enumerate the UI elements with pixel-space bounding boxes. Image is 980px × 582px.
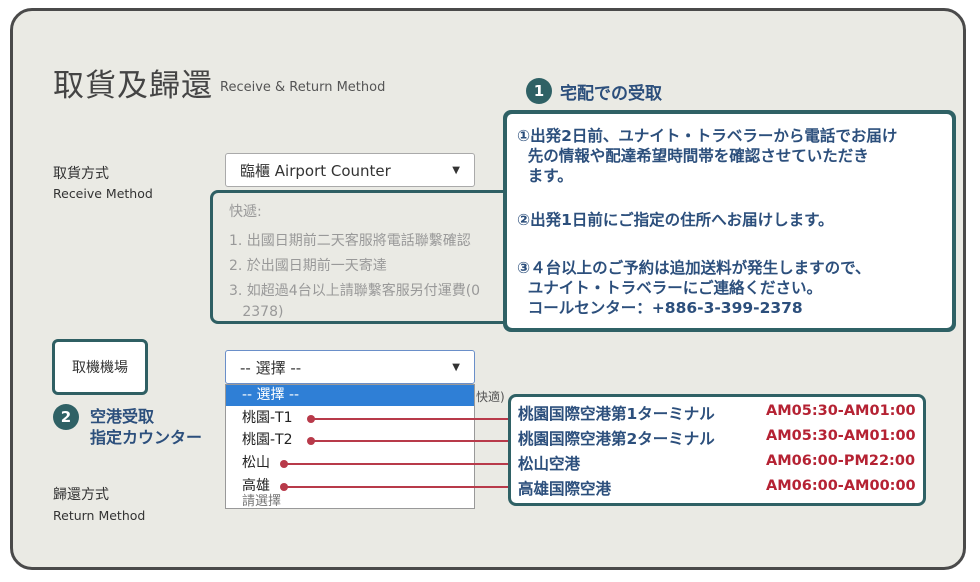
pickup-hint-partial: 快適) bbox=[476, 390, 505, 404]
pickup-airport-select[interactable]: -- 選擇 -- ▼ bbox=[225, 350, 475, 384]
terminal-hours-box: 桃園国際空港第1ターミナル AM05:30-AM01:00 桃園国際空港第2ター… bbox=[508, 394, 926, 506]
pickup-airport-value: -- 選擇 -- bbox=[240, 358, 302, 377]
callout-delivery-box: ①出発2日前、ユナイト・トラベラーから電話でお届け 先の情報や配達希望時間帯を確… bbox=[503, 110, 956, 332]
express-heading: 快遞: bbox=[229, 204, 262, 220]
connector-line-3 bbox=[284, 463, 509, 465]
callout-line-5: ③４台以上のご予約は追加送料が発生しますので、 bbox=[517, 259, 871, 277]
express-line-2: 2. 於出國日期前一天寄達 bbox=[229, 258, 387, 274]
airport-dropdown-list[interactable]: -- 選擇 -- 桃園-T1 桃園-T2 松山 高雄 請選擇 bbox=[225, 384, 475, 509]
callout-delivery-title: 宅配での受取 bbox=[560, 83, 662, 104]
terminal-name-1: 桃園国際空港第1ターミナル bbox=[518, 405, 715, 423]
terminal-name-2: 桃園国際空港第2ターミナル bbox=[518, 430, 715, 448]
terminal-hours-4: AM06:00-AM00:00 bbox=[766, 478, 916, 494]
pickup-airport-label: 取機機場 bbox=[52, 339, 148, 395]
callout-line-6: ユナイト・トラベラーにご連絡ください。 bbox=[517, 279, 822, 297]
receive-method-select[interactable]: 臨櫃 Airport Counter ▼ bbox=[225, 153, 475, 187]
callout-line-3: ます。 bbox=[517, 167, 573, 185]
terminal-hours-1: AM05:30-AM01:00 bbox=[766, 403, 916, 419]
chevron-down-icon: ▼ bbox=[452, 164, 460, 176]
number-badge-2: 2 bbox=[53, 404, 79, 430]
callout-line-2: 先の情報や配達希望時間帯を確認させていただき bbox=[517, 147, 869, 165]
airport-option-placeholder[interactable]: -- 選擇 -- bbox=[226, 385, 474, 406]
page-subtitle: Receive & Return Method bbox=[220, 80, 386, 95]
express-line-4: 2378) bbox=[229, 304, 284, 320]
callout-delivery-heading: 1 宅配での受取 bbox=[526, 78, 662, 104]
connector-line-1 bbox=[311, 418, 509, 420]
receive-method-value: 臨櫃 Airport Counter bbox=[240, 161, 391, 180]
terminal-name-4: 高雄国際空港 bbox=[518, 480, 612, 498]
terminal-name-3: 松山空港 bbox=[518, 455, 581, 473]
callout-line-7: コールセンター：+886-3-399-2378 bbox=[517, 299, 803, 317]
return-method-label: 歸還方式 bbox=[53, 487, 109, 503]
number-badge-1: 1 bbox=[526, 78, 552, 104]
callout-line-4: ②出発1日前にご指定の住所へお届けします。 bbox=[517, 211, 834, 229]
receive-method-label: 取貨方式 bbox=[53, 166, 109, 182]
chevron-down-icon: ▼ bbox=[452, 361, 460, 373]
express-line-3: 3. 如超過4台以上請聯繫客服另付運費(0 bbox=[229, 283, 481, 299]
connector-line-2 bbox=[311, 440, 509, 442]
connector-line-4 bbox=[284, 486, 509, 488]
return-method-label-en: Return Method bbox=[53, 508, 146, 523]
airport-callout-line-2: 指定カウンター bbox=[90, 428, 203, 447]
express-line-1: 1. 出國日期前二天客服將電話聯繫確認 bbox=[229, 233, 471, 249]
page-title: 取貨及歸還 bbox=[53, 68, 213, 104]
hidden-select-partial: 請選擇 bbox=[242, 494, 282, 509]
terminal-hours-2: AM05:30-AM01:00 bbox=[766, 428, 916, 444]
terminal-hours-3: AM06:00-PM22:00 bbox=[766, 453, 916, 469]
receive-method-label-en: Receive Method bbox=[53, 186, 153, 201]
express-info-box: 快遞: 1. 出國日期前二天客服將電話聯繫確認 2. 於出國日期前一天寄達 3.… bbox=[210, 190, 528, 324]
callout-line-1: ①出発2日前、ユナイト・トラベラーから電話でお届け bbox=[517, 127, 898, 145]
